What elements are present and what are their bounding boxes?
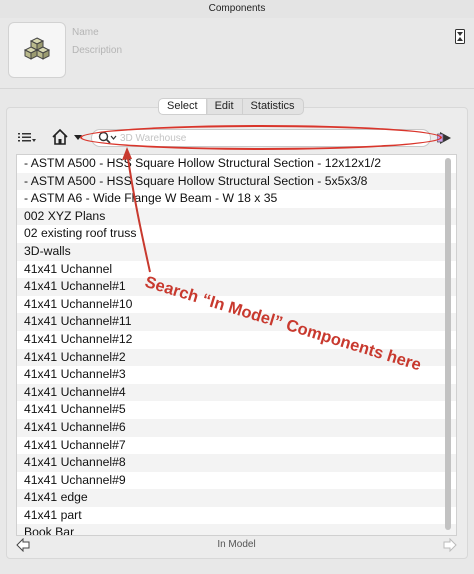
search-icon[interactable] bbox=[98, 131, 118, 145]
list-item[interactable]: 41x41 part bbox=[17, 507, 456, 525]
list-item[interactable]: 002 XYZ Plans bbox=[17, 207, 456, 226]
scrollbar-thumb[interactable] bbox=[445, 158, 451, 530]
panel-toggle-icon[interactable] bbox=[454, 28, 466, 44]
home-button[interactable] bbox=[50, 128, 86, 146]
list-item[interactable]: 41x41 Uchannel#6 bbox=[17, 418, 456, 437]
header-divider bbox=[0, 88, 474, 89]
list-item[interactable]: 41x41 Uchannel bbox=[17, 261, 456, 279]
list-item[interactable]: 3D-walls bbox=[17, 242, 456, 261]
list-item[interactable]: 41x41 Uchannel#7 bbox=[17, 437, 456, 455]
list-view-icon[interactable] bbox=[17, 130, 37, 146]
cubes-icon bbox=[23, 37, 51, 60]
list-item[interactable]: - ASTM A6 - Wide Flange W Beam - W 18 x … bbox=[17, 190, 456, 208]
list-item[interactable]: Book Bar bbox=[17, 524, 456, 535]
list-item[interactable]: - ASTM A500 - HSS Square Hollow Structur… bbox=[17, 155, 456, 173]
forward-arrow-icon[interactable] bbox=[443, 537, 457, 553]
tab-bar: Select Edit Statistics bbox=[158, 98, 304, 115]
list-item[interactable]: - ASTM A500 - HSS Square Hollow Structur… bbox=[17, 172, 456, 191]
list-item[interactable]: 41x41 Uchannel#12 bbox=[17, 331, 456, 349]
name-field[interactable]: Name bbox=[72, 27, 99, 38]
back-arrow-icon[interactable] bbox=[16, 537, 30, 553]
tab-select[interactable]: Select bbox=[159, 99, 207, 114]
search-input[interactable] bbox=[120, 131, 420, 145]
navigation-bar: In Model bbox=[16, 537, 457, 553]
list-item[interactable]: 41x41 edge bbox=[17, 489, 456, 507]
list-item[interactable]: 41x41 Uchannel#9 bbox=[17, 472, 456, 490]
list-item[interactable]: 41x41 Uchannel#3 bbox=[17, 366, 456, 384]
list-scrollbar[interactable] bbox=[444, 156, 452, 532]
component-thumbnail bbox=[8, 22, 66, 78]
details-arrow-icon[interactable] bbox=[436, 130, 453, 146]
window-title: Components bbox=[0, 0, 474, 18]
list-item[interactable]: 02 existing roof truss bbox=[17, 225, 456, 243]
component-list[interactable]: - ASTM A500 - HSS Square Hollow Structur… bbox=[16, 154, 457, 536]
location-label: In Model bbox=[217, 539, 256, 550]
description-field[interactable]: Description bbox=[72, 45, 122, 56]
list-item[interactable]: 41x41 Uchannel#8 bbox=[17, 454, 456, 472]
home-icon bbox=[52, 128, 82, 145]
tab-edit[interactable]: Edit bbox=[207, 99, 243, 114]
tab-statistics[interactable]: Statistics bbox=[243, 99, 303, 114]
list-item[interactable]: 41x41 Uchannel#5 bbox=[17, 401, 456, 419]
list-item[interactable]: 41x41 Uchannel#4 bbox=[17, 383, 456, 402]
list-item[interactable]: 41x41 Uchannel#1 bbox=[17, 278, 456, 296]
